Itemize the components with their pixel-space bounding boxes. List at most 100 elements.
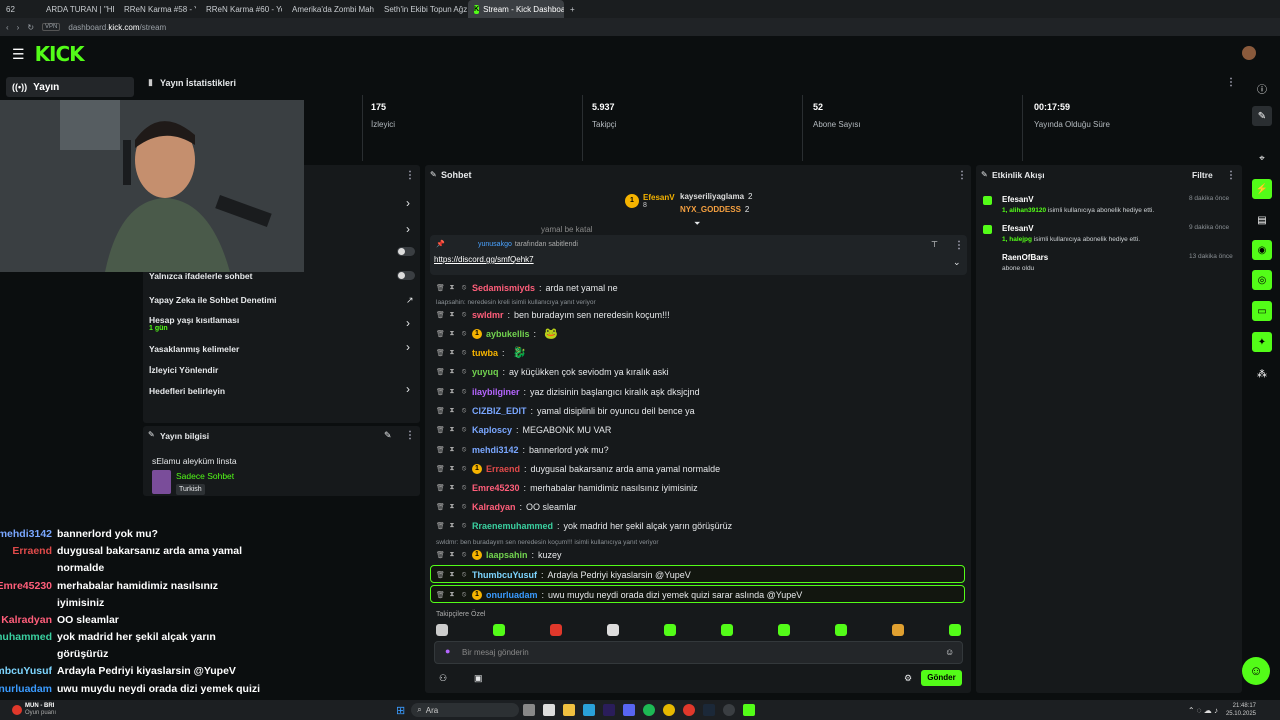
spotify-icon[interactable] [643,704,656,716]
info-icon[interactable]: ⓘ [1250,76,1274,100]
timeout-icon[interactable]: ⧗ [448,503,456,511]
timeout-icon[interactable]: ⧗ [448,484,456,492]
ban-icon[interactable]: ⦸ [460,551,468,559]
browser-tab[interactable]: Seth'in Ekibi Topun Ağzın [374,0,468,18]
chat-username[interactable]: yuyuq [472,367,499,377]
user-avatar[interactable] [1242,46,1256,60]
emote-button[interactable] [436,624,448,636]
chat-username[interactable]: ilaybilginer [472,387,520,397]
chat-username[interactable]: laapsahin [486,550,528,560]
store-icon[interactable]: ▣ [474,673,483,684]
ban-icon[interactable]: ⦸ [460,503,468,511]
ban-icon[interactable]: ⦸ [460,522,468,530]
kick-logo[interactable]: KICK [35,42,85,66]
emote-button[interactable] [721,624,733,636]
chat-username[interactable]: Rraenemuhammed [472,521,553,531]
focus-icon[interactable]: ⌖ [1250,146,1274,170]
kick-app-icon[interactable] [743,704,756,716]
weather-widget[interactable]: MUN - BRI Oyun puanı [25,703,56,717]
weather-icon[interactable] [12,705,22,715]
file-explorer-icon[interactable] [563,704,576,716]
chat-message[interactable]: 🗑 ⧗ ⦸ Kaploscy: MEGABONK MU VAR [436,421,611,438]
edit-icon[interactable]: ✎ [384,430,392,441]
delete-icon[interactable]: 🗑 [436,503,445,511]
edit-mode-icon[interactable]: ✎ [1252,106,1272,126]
emote-only-toggle[interactable] [397,271,415,280]
chat-message[interactable]: 🗑 ⧗ ⦸ 1 aybukellis: 🐸 [436,325,558,342]
back-icon[interactable]: ‹ [6,23,9,32]
toggle-switch[interactable] [397,247,415,256]
reload-icon[interactable]: ↻ [27,23,34,32]
document-icon[interactable]: ▤ [1250,208,1274,232]
chevron-right-icon[interactable]: › [406,382,410,396]
chat-username[interactable]: Erraend [486,464,520,474]
opera-icon[interactable] [683,704,696,716]
chat-more-icon[interactable]: ⋮ [957,170,967,181]
chat-message[interactable]: 🗑 ⧗ ⦸ Emre45230: merhabalar hamidimiz nasıls… [436,479,698,496]
timeout-icon[interactable]: ⧗ [448,591,456,599]
chat-message[interactable]: 🗑 ⧗ ⦸ 1 Erraend: duygusal bakarsanız arda ama… [436,460,720,477]
emoji-icon[interactable]: ☺ [945,647,954,657]
timeout-icon[interactable]: ⧗ [448,551,456,559]
emote-button[interactable] [664,624,676,636]
timeout-icon[interactable]: ⧗ [448,426,456,434]
chat-message[interactable]: 🗑 ⧗ ⦸ CIZBIZ_EDIT: yamal disiplinli bir oyun… [436,402,695,419]
chat-username[interactable]: Emre45230 [472,483,520,493]
vpn-badge[interactable]: VPN [42,23,61,31]
chat-message[interactable]: 🗑 ⧗ ⦸ Kalradyan: OO sleamlar [436,498,577,515]
ban-icon[interactable]: ⦸ [460,465,468,473]
goals-label[interactable]: Hedefleri belirleyin [149,386,225,396]
tools-icon[interactable]: ✦ [1252,332,1272,352]
browser-tab[interactable]: RReN Karma #60 - YouT [196,0,282,18]
url-field[interactable]: dashboard.kick.com/stream [68,23,166,32]
emote-button[interactable] [949,624,961,636]
delete-icon[interactable]: 🗑 [436,446,445,454]
browser-tab[interactable]: Amerika'da Zombi Mahsl [282,0,374,18]
expand-icon[interactable]: ⏷ [694,219,700,229]
timeout-icon[interactable]: ⧗ [448,284,456,292]
stats-more-icon[interactable]: ⋮ [1226,77,1236,88]
ban-icon[interactable]: ⦸ [460,368,468,376]
top-gifter-second[interactable]: kayseriliyaglama 2 [680,192,753,201]
chat-message[interactable]: 🗑 ⧗ ⦸ tuwba: 🐉 [436,344,526,361]
browser-tab[interactable]: ARDA TURAN | "HESAP V [36,0,114,18]
chat-username[interactable]: swldmr [472,310,504,320]
delete-icon[interactable]: 🗑 [436,349,445,357]
chevron-right-icon[interactable]: › [406,222,410,236]
external-link-icon[interactable]: ↗ [406,295,414,306]
activity-event[interactable]: EfesanV 1, halejpg isimli kullanıcıya abo… [983,224,1235,243]
nav-stream-button[interactable]: ((•)) Yayın [6,77,134,97]
ban-icon[interactable]: ⦸ [460,349,468,357]
discord-icon[interactable] [623,704,636,716]
timeout-icon[interactable]: ⧗ [448,311,456,319]
tray-icons[interactable]: ⌃ ◌ ☁ ♪ [1188,706,1218,715]
chat-message[interactable]: 🗑 ⧗ ⦸ mehdi3142: bannerlord yok mu? [436,441,609,458]
lightning-icon[interactable]: ⚡ [1252,179,1272,199]
timeout-icon[interactable]: ⧗ [448,330,456,338]
chat-username[interactable]: onurluadam [486,590,538,600]
activity-event[interactable]: EfesanV 1, alihan39120 isimli kullanıcıya… [983,195,1235,214]
raid-label[interactable]: İzleyici Yönlendir [149,365,218,375]
tab-count[interactable]: 62 [0,0,36,18]
emote-button[interactable] [550,624,562,636]
delete-icon[interactable]: 🗑 [436,388,445,396]
emote-button[interactable] [493,624,505,636]
obs-icon[interactable] [723,704,736,716]
chat-message[interactable]: 🗑 ⧗ ⦸ 1 laapsahin: kuzey [436,546,562,563]
timeout-icon[interactable]: ⧗ [448,571,456,579]
chat-username[interactable]: mehdi3142 [472,445,519,455]
ban-icon[interactable]: ⦸ [460,388,468,396]
emote-button[interactable] [778,624,790,636]
ban-icon[interactable]: ⦸ [460,571,468,579]
chat-username[interactable]: aybukellis [486,329,530,339]
browser-tab-active[interactable]: K Stream - Kick Dashboard [468,0,564,18]
delete-icon[interactable]: 🗑 [436,407,445,415]
steam-icon[interactable] [703,704,716,716]
chat-message[interactable]: 🗑 ⧗ ⦸ 1 onurluadam: uwu muydu neydi orada diz… [436,586,802,603]
browser-tab[interactable]: RReN Karma #58 - YouT [114,0,196,18]
ban-icon[interactable]: ⦸ [460,284,468,292]
delete-icon[interactable]: 🗑 [436,484,445,492]
broadcast-icon[interactable]: ◎ [1252,270,1272,290]
emote-button[interactable] [835,624,847,636]
microphone-icon[interactable]: ● [445,646,450,656]
